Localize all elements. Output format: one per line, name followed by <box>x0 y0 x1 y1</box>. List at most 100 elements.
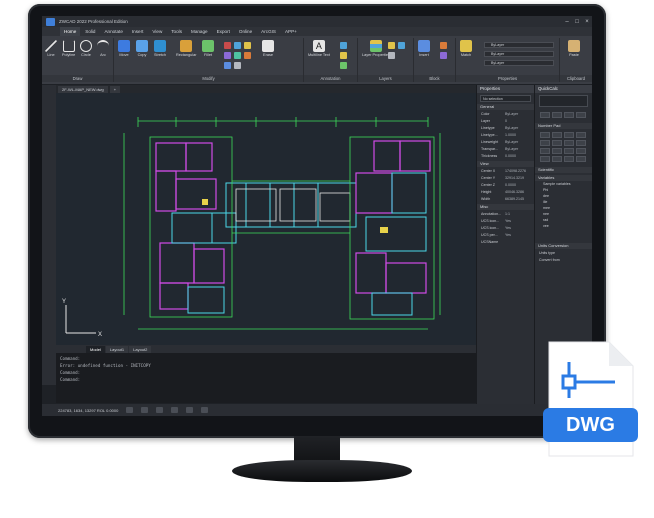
tab-model[interactable]: Model <box>86 345 105 353</box>
tab-app-plus[interactable]: APP+ <box>281 27 301 36</box>
dimension-icon[interactable] <box>340 42 347 49</box>
linetype-combo[interactable]: ByLayer <box>484 51 554 57</box>
prop-value[interactable]: ByLayer <box>505 140 534 144</box>
prop-value[interactable]: 66389.2145 <box>505 197 534 201</box>
lock-icon[interactable] <box>388 52 395 59</box>
rectangular-button[interactable]: Rectangular <box>176 40 196 57</box>
prop-value[interactable]: 1.0000 <box>505 133 534 137</box>
copy-button[interactable]: Copy <box>136 40 148 57</box>
command-input[interactable]: Command: <box>60 376 472 383</box>
offset-icon[interactable] <box>244 52 251 59</box>
calc-key[interactable] <box>576 148 586 154</box>
prop-value[interactable]: Yes <box>505 233 534 237</box>
prop-value[interactable]: Yes <box>505 219 534 223</box>
calc-key[interactable] <box>552 140 562 146</box>
explode-icon[interactable] <box>224 62 231 69</box>
calc-key[interactable] <box>576 140 586 146</box>
calc-display[interactable] <box>539 95 588 107</box>
edit-block-icon[interactable] <box>440 52 447 59</box>
tab-export[interactable]: Export <box>213 27 234 36</box>
tab-online[interactable]: Online <box>235 27 256 36</box>
tab-annotate[interactable]: Annotate <box>100 27 126 36</box>
tab-layout2[interactable]: Layout2 <box>129 345 152 353</box>
layer-properties-button[interactable]: Layer Properties <box>362 40 390 57</box>
app-logo-icon[interactable] <box>46 17 55 26</box>
new-tab-button[interactable]: + <box>109 85 121 93</box>
create-block-icon[interactable] <box>440 42 447 49</box>
prop-value[interactable]: 1:1 <box>505 212 534 216</box>
prop-value[interactable]: 40046.3286 <box>505 190 534 194</box>
insert-button[interactable]: Insert <box>418 40 430 57</box>
calc-key[interactable] <box>540 132 550 138</box>
prop-value[interactable]: 0 <box>505 119 534 123</box>
document-tab[interactable]: 2F-WL-MAP_NEW.dwg <box>58 85 108 93</box>
calc-key[interactable] <box>552 156 562 162</box>
prop-value[interactable]: ByLayer <box>505 112 534 116</box>
circle-button[interactable]: Circle <box>80 40 92 57</box>
calc-key[interactable] <box>564 112 574 118</box>
maximize-icon[interactable]: □ <box>572 19 582 25</box>
stretch-button[interactable]: Stretch <box>154 40 166 57</box>
tab-insert[interactable]: Insert <box>128 27 148 36</box>
join-icon[interactable] <box>234 62 241 69</box>
calc-key[interactable] <box>564 148 574 154</box>
tab-tools[interactable]: Tools <box>167 27 186 36</box>
calc-key[interactable] <box>540 156 550 162</box>
section-scientific[interactable]: Scientific <box>535 167 592 173</box>
lineweight-combo[interactable]: ByLayer <box>484 60 554 66</box>
command-line[interactable]: Command: Error: undefined function - INI… <box>56 353 476 403</box>
tab-solid[interactable]: Solid <box>81 27 99 36</box>
prop-value[interactable]: 0.0000 <box>505 183 534 187</box>
ortho-toggle-icon[interactable] <box>156 407 164 413</box>
table-icon[interactable] <box>340 62 347 69</box>
tab-view[interactable]: View <box>148 27 166 36</box>
polyline-button[interactable]: Polyline <box>62 40 75 57</box>
fillet-button[interactable]: Fillet <box>202 40 214 57</box>
polar-toggle-icon[interactable] <box>171 407 179 413</box>
variable-item[interactable]: vee <box>535 223 592 229</box>
minimize-icon[interactable]: – <box>562 19 572 25</box>
arc-button[interactable]: Arc <box>97 40 109 57</box>
osnap-toggle-icon[interactable] <box>186 407 194 413</box>
tab-layout1[interactable]: Layout1 <box>105 345 129 353</box>
prop-value[interactable]: 32914.3219 <box>505 176 534 180</box>
lineweight-toggle-icon[interactable] <box>201 407 209 413</box>
prop-value[interactable]: 0.0000 <box>505 154 534 158</box>
extend-icon[interactable] <box>234 42 241 49</box>
calc-key[interactable] <box>540 112 550 118</box>
snap-toggle-icon[interactable] <box>141 407 149 413</box>
rotate-icon[interactable] <box>224 52 231 59</box>
drawing-canvas[interactable]: Y X <box>56 93 476 345</box>
calc-key[interactable] <box>564 156 574 162</box>
calc-key[interactable] <box>552 112 562 118</box>
bulb-icon[interactable] <box>388 42 395 49</box>
tab-arcgis[interactable]: ArcGIS <box>257 27 280 36</box>
calc-key[interactable] <box>576 132 586 138</box>
match-button[interactable]: Match <box>460 40 472 57</box>
prop-value[interactable]: ByLayer <box>505 126 534 130</box>
close-icon[interactable]: × <box>582 19 592 25</box>
calc-key[interactable] <box>552 148 562 154</box>
grid-toggle-icon[interactable] <box>126 407 134 413</box>
calc-key[interactable] <box>564 132 574 138</box>
erase-button[interactable]: Erase <box>262 40 274 57</box>
scale-icon[interactable] <box>234 52 241 59</box>
prop-value[interactable]: ByLayer <box>505 147 534 151</box>
selection-dropdown[interactable]: No selection <box>480 95 531 102</box>
multiline-text-button[interactable]: A Multiline Text <box>308 40 330 57</box>
calc-key[interactable] <box>576 112 586 118</box>
tab-home[interactable]: Home <box>60 27 81 36</box>
mirror-icon[interactable] <box>244 42 251 49</box>
color-combo[interactable]: ByLayer <box>484 42 554 48</box>
prop-value[interactable]: 174098.2276 <box>505 169 534 173</box>
calc-key[interactable] <box>564 140 574 146</box>
calc-key[interactable] <box>540 148 550 154</box>
tab-manage[interactable]: Manage <box>187 27 212 36</box>
freeze-icon[interactable] <box>398 42 405 49</box>
line-button[interactable]: Line <box>45 40 57 57</box>
move-button[interactable]: Move <box>118 40 130 57</box>
calc-key[interactable] <box>552 132 562 138</box>
prop-value[interactable]: Yes <box>505 226 534 230</box>
calc-key[interactable] <box>540 140 550 146</box>
calc-key[interactable] <box>576 156 586 162</box>
